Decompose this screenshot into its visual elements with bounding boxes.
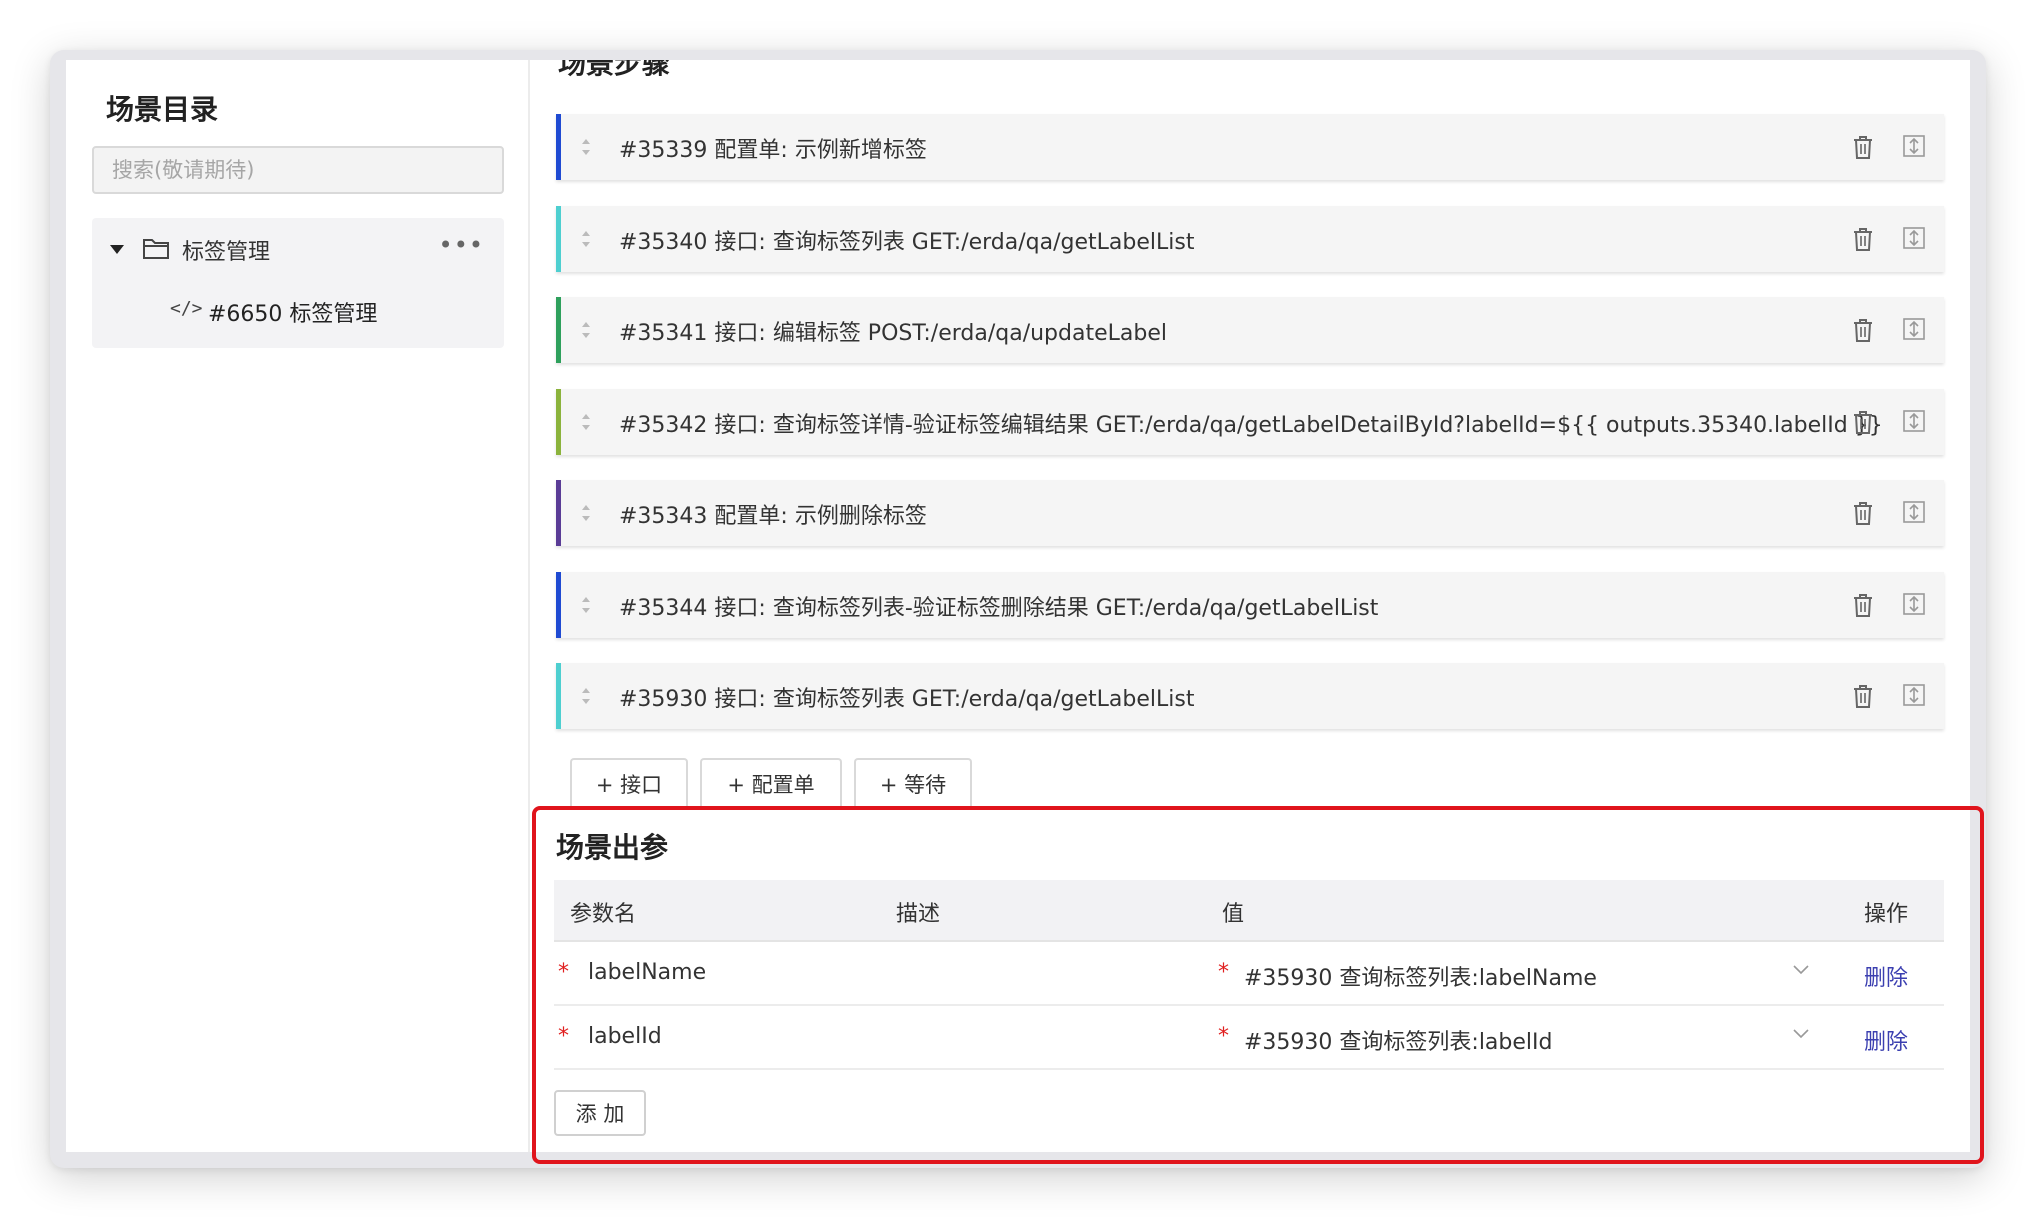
trash-icon[interactable] [1852,500,1874,526]
trash-icon[interactable] [1852,226,1874,252]
steps-title: 场景步骤 [558,60,671,80]
param-value-select[interactable]: #35930 查询标签列表:labelId [1244,1024,1552,1056]
scene-step[interactable]: #35344 接口: 查询标签列表-验证标签删除结果 GET:/erda/qa/… [556,571,1944,638]
scene-directory-sidebar: 场景目录 标签管理 ••• </> #6650 标签管理 [66,60,530,1152]
more-icon[interactable]: ••• [439,233,484,257]
tree-leaf-scene[interactable]: </> #6650 标签管理 [92,280,504,342]
drag-handle-icon[interactable] [579,683,593,709]
table-row: * labelId * #35930 查询标签列表:labelId 删除 [554,1006,1944,1070]
trash-icon[interactable] [1852,592,1874,618]
param-value-select[interactable]: #35930 查询标签列表:labelName [1244,960,1597,992]
leaf-label: #6650 标签管理 [208,302,378,327]
trash-icon[interactable] [1852,134,1874,160]
step-label: #35339 配置单: 示例新增标签 [619,138,927,163]
caret-down-icon[interactable] [110,245,124,254]
scene-step[interactable]: #35930 接口: 查询标签列表 GET:/erda/qa/getLabelL… [556,663,1944,729]
scene-output-params: 场景出参 参数名 描述 值 操作 * labelName * #35930 查询… [532,806,1970,1152]
step-label: #35340 接口: 查询标签列表 GET:/erda/qa/getLabelL… [619,229,1195,255]
step-label: #35344 接口: 查询标签列表-验证标签删除结果 GET:/erda/qa/… [619,595,1379,621]
tree-folder-label-management[interactable]: 标签管理 ••• [92,218,504,280]
step-label: #35342 接口: 查询标签详情-验证标签编辑结果 GET:/erda/qa/… [619,412,1883,438]
tree-panel: 标签管理 ••• </> #6650 标签管理 [92,218,504,348]
param-name-input[interactable]: labelId [588,1024,662,1049]
col-name-header: 参数名 [570,902,637,927]
expand-icon[interactable] [1902,317,1926,341]
app-window: 场景目录 标签管理 ••• </> #6650 标签管理 场景步骤 #35339… [66,60,1970,1152]
delete-link[interactable]: 删除 [1864,960,1908,992]
scene-step[interactable]: #35339 配置单: 示例新增标签 [556,114,1944,180]
drag-handle-icon[interactable] [579,409,593,435]
drag-handle-icon[interactable] [579,592,593,618]
add-wait-button[interactable]: + 等待 [854,758,972,808]
main-panel: 场景步骤 #35339 配置单: 示例新增标签 #35340 接口: 查询标签列表… [532,60,1970,1152]
required-mark: * [558,1024,569,1049]
expand-icon[interactable] [1902,134,1926,158]
code-icon: </> [170,298,203,319]
col-desc-header: 描述 [896,902,941,927]
trash-icon[interactable] [1852,409,1874,435]
drag-handle-icon[interactable] [579,317,593,343]
add-param-button[interactable]: 添 加 [554,1090,646,1136]
table-header: 参数名 描述 值 操作 [554,880,1944,942]
expand-icon[interactable] [1902,409,1926,433]
step-label: #35343 配置单: 示例删除标签 [619,504,927,529]
drag-handle-icon[interactable] [579,500,593,526]
required-mark: * [1218,960,1229,985]
sidebar-title: 场景目录 [106,93,219,126]
folder-icon [143,239,169,259]
trash-icon[interactable] [1852,317,1874,343]
output-params-table: 参数名 描述 值 操作 * labelName * #35930 查询标签列表:… [554,880,1944,1070]
expand-icon[interactable] [1902,592,1926,616]
expand-icon[interactable] [1902,683,1926,707]
scene-step[interactable]: #35341 接口: 编辑标签 POST:/erda/qa/updateLabe… [556,297,1944,363]
required-mark: * [558,960,569,985]
required-mark: * [1218,1024,1229,1049]
table-row: * labelName * #35930 查询标签列表:labelName 删除 [554,942,1944,1006]
scene-step[interactable]: #35342 接口: 查询标签详情-验证标签编辑结果 GET:/erda/qa/… [556,388,1944,455]
col-value-header: 值 [1222,902,1245,927]
output-params-title: 场景出参 [556,831,669,864]
search-input[interactable] [92,146,504,194]
drag-handle-icon[interactable] [579,134,593,160]
col-action-header: 操作 [1864,902,1909,927]
expand-icon[interactable] [1902,226,1926,250]
step-label: #35341 接口: 编辑标签 POST:/erda/qa/updateLabe… [619,321,1167,346]
param-name-input[interactable]: labelName [588,960,706,985]
folder-label: 标签管理 [182,240,271,265]
delete-link[interactable]: 删除 [1864,1024,1908,1056]
scene-step[interactable]: #35343 配置单: 示例删除标签 [556,480,1944,546]
add-api-button[interactable]: + 接口 [570,758,688,808]
add-config-button[interactable]: + 配置单 [700,758,842,808]
expand-icon[interactable] [1902,500,1926,524]
drag-handle-icon[interactable] [579,226,593,252]
chevron-down-icon[interactable] [1792,1024,1810,1042]
chevron-down-icon[interactable] [1792,960,1810,978]
step-label: #35930 接口: 查询标签列表 GET:/erda/qa/getLabelL… [619,687,1195,712]
scene-step[interactable]: #35340 接口: 查询标签列表 GET:/erda/qa/getLabelL… [556,205,1944,272]
trash-icon[interactable] [1852,683,1874,709]
